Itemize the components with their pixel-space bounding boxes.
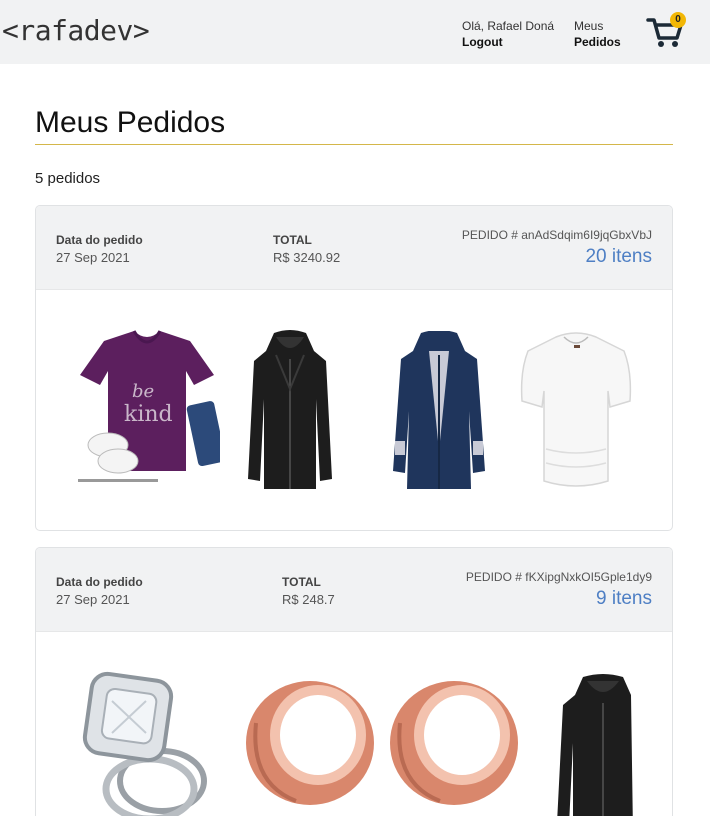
- product-thumbnail[interactable]: [553, 673, 633, 816]
- product-thumbnail[interactable]: [76, 671, 216, 816]
- title-divider: [35, 144, 673, 145]
- product-thumbnail[interactable]: be kind: [74, 323, 220, 491]
- order-total-label: TOTAL: [282, 575, 321, 589]
- order-id: PEDIDO # anAdSdqim6I9jqGbxVbJ: [461, 228, 652, 242]
- order-total: R$ 248.7: [282, 592, 335, 607]
- greeting-text: Olá, Rafael Doná: [462, 19, 555, 33]
- order-date-label: Data do pedido: [56, 233, 143, 247]
- product-thumbnail[interactable]: [246, 329, 334, 493]
- product-thumbnail[interactable]: [386, 673, 522, 809]
- order-items-link[interactable]: 20 itens: [585, 246, 652, 268]
- orders-count: 5 pedidos: [35, 170, 101, 187]
- product-thumbnail[interactable]: [520, 331, 632, 491]
- logout-link[interactable]: Logout: [462, 34, 554, 50]
- my-orders-link[interactable]: Meus Pedidos: [574, 18, 621, 50]
- order-header: Data do pedido 27 Sep 2021 TOTAL R$ 3240…: [36, 206, 672, 290]
- site-logo[interactable]: <rafadev>: [2, 14, 150, 47]
- product-thumbnail[interactable]: [391, 331, 487, 491]
- product-thumbnail[interactable]: [242, 673, 378, 809]
- order-date: 27 Sep 2021: [56, 592, 130, 607]
- order-date: 27 Sep 2021: [56, 250, 130, 265]
- top-navbar: <rafadev> Olá, Rafael Doná Logout Meus P…: [0, 0, 710, 64]
- svg-text:kind: kind: [124, 402, 173, 427]
- cart-count-badge: 0: [670, 12, 686, 28]
- page-title: Meus Pedidos: [35, 106, 226, 139]
- orders-link-line2: Pedidos: [574, 35, 621, 49]
- orders-link-line1: Meus: [574, 19, 604, 33]
- order-card[interactable]: Data do pedido 27 Sep 2021 TOTAL R$ 248.…: [35, 547, 673, 816]
- user-greeting: Olá, Rafael Doná Logout: [462, 18, 554, 50]
- order-date-label: Data do pedido: [56, 575, 143, 589]
- order-total: R$ 3240.92: [273, 250, 341, 265]
- order-id: PEDIDO # fKXipgNxkOI5Gple1dy9: [465, 570, 652, 584]
- svg-text:be: be: [132, 381, 154, 402]
- order-items-link[interactable]: 9 itens: [596, 588, 652, 610]
- order-total-label: TOTAL: [273, 233, 312, 247]
- order-card[interactable]: Data do pedido 27 Sep 2021 TOTAL R$ 3240…: [35, 205, 673, 531]
- order-header: Data do pedido 27 Sep 2021 TOTAL R$ 248.…: [36, 548, 672, 632]
